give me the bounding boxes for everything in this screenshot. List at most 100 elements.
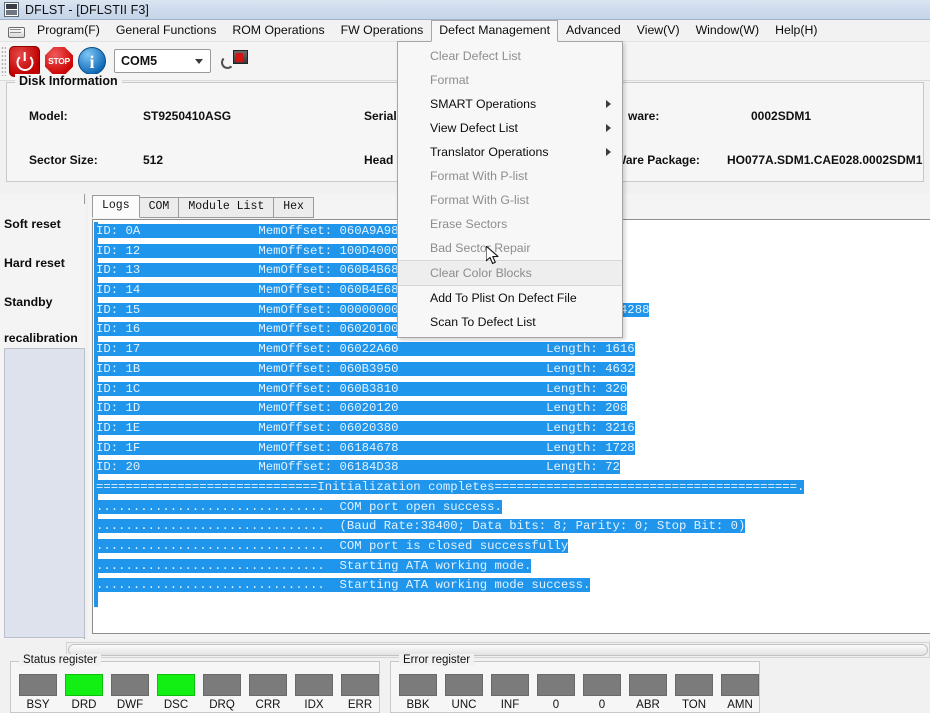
register-cell: ABR <box>629 674 667 711</box>
tab-hex[interactable]: Hex <box>273 197 314 218</box>
error-register-legend: Error register <box>399 654 475 666</box>
menu-general-functions[interactable]: General Functions <box>108 20 224 41</box>
scrollbar-thumb[interactable] <box>68 644 928 656</box>
led-label: ABR <box>636 699 660 711</box>
error-register-leds: BBK UNC INF 0 0 ABR TON AMN <box>399 674 759 711</box>
chevron-down-icon[interactable] <box>195 59 203 64</box>
defect-management-dropdown[interactable]: Clear Defect List Format SMART Operations V… <box>397 41 623 338</box>
sidebar-item-standby[interactable]: Standby <box>0 282 85 321</box>
menu-item-bad-sector-repair[interactable]: Bad Sector Repair <box>398 236 622 260</box>
led-label: AMN <box>727 699 753 711</box>
led-0 <box>537 674 575 696</box>
tab-com[interactable]: COM <box>138 197 180 218</box>
window-title: DFLST - [DFLSTII F3] <box>25 2 150 17</box>
menu-item-clear-color-blocks[interactable]: Clear Color Blocks <box>398 260 622 286</box>
menu-item-erase-sectors[interactable]: Erase Sectors <box>398 212 622 236</box>
register-cell: AMN <box>721 674 759 711</box>
horizontal-scrollbar[interactable] <box>66 642 930 658</box>
led-label: INF <box>500 699 520 711</box>
menu-defect-management[interactable]: Defect Management <box>431 19 559 42</box>
register-cell: CRR <box>249 674 287 711</box>
application-window: DFLST - [DFLSTII F3] Program(F) General … <box>0 0 930 713</box>
menu-help[interactable]: Help(H) <box>767 20 825 41</box>
led-label: ERR <box>347 699 373 711</box>
menu-item-translator-operations[interactable]: Translator Operations <box>398 140 622 164</box>
menu-item-label: Clear Color Blocks <box>430 266 532 280</box>
register-cell: 0 <box>537 674 575 711</box>
menu-item-label: View Defect List <box>430 121 518 135</box>
status-register-legend: Status register <box>19 654 102 666</box>
menu-item-view-defect-list[interactable]: View Defect List <box>398 116 622 140</box>
menu-item-label: Format With G-list <box>430 193 530 207</box>
tab-strip: Logs COM Module List Hex <box>92 195 314 218</box>
serial-label: Serial <box>364 109 397 123</box>
stop-icon[interactable]: STOP <box>45 47 73 75</box>
menu-fw-operations[interactable]: FW Operations <box>333 20 432 41</box>
tab-module-list[interactable]: Module List <box>178 197 275 218</box>
led-drd <box>65 674 103 696</box>
menu-item-format-with-g-list[interactable]: Format With G-list <box>398 188 622 212</box>
menu-item-clear-defect-list[interactable]: Clear Defect List <box>398 44 622 68</box>
menu-bar: Program(F) General Functions ROM Operati… <box>0 19 930 42</box>
title-bar: DFLST - [DFLSTII F3] <box>0 0 930 20</box>
sidebar-item-soft-reset[interactable]: Soft reset <box>0 204 85 243</box>
led-unc <box>445 674 483 696</box>
submenu-arrow-icon <box>606 124 611 132</box>
menu-item-label: Bad Sector Repair <box>430 241 531 255</box>
led-ton <box>675 674 713 696</box>
tab-logs[interactable]: Logs <box>92 195 140 218</box>
submenu-arrow-icon <box>606 100 611 108</box>
led-label: CRR <box>255 699 281 711</box>
com-port-value: COM5 <box>121 54 158 68</box>
menu-item-format-with-p-list[interactable]: Format With P-list <box>398 164 622 188</box>
toolbar-grip[interactable] <box>1 46 6 76</box>
log-line: ID: 1E MemOffset: 06020380 Length: 3216 <box>96 420 635 435</box>
led-label: 0 <box>552 699 560 711</box>
menu-item-scan-to-defect-list[interactable]: Scan To Defect List <box>398 310 622 334</box>
register-cell: BSY <box>19 674 57 711</box>
led-err <box>341 674 379 696</box>
info-icon[interactable] <box>78 47 106 75</box>
menu-advanced[interactable]: Advanced <box>558 20 629 41</box>
firmware-label: ware: <box>628 109 660 123</box>
menu-item-label: Add To Plist On Defect File <box>430 291 577 305</box>
document-icon[interactable] <box>5 21 27 41</box>
led-label: DWF <box>116 699 144 711</box>
register-cell: DSC <box>157 674 195 711</box>
menu-item-add-to-plist-on-defect-file[interactable]: Add To Plist On Defect File <box>398 286 622 310</box>
menu-item-label: SMART Operations <box>430 97 537 111</box>
led-label: DRQ <box>209 699 235 711</box>
register-cell: BBK <box>399 674 437 711</box>
serial-plug-icon[interactable] <box>219 47 249 75</box>
power-icon[interactable] <box>9 45 40 77</box>
log-line: ID: 20 MemOffset: 06184D38 Length: 72 <box>96 460 620 475</box>
sidebar-item-hard-reset[interactable]: Hard reset <box>0 243 85 282</box>
menu-program[interactable]: Program(F) <box>29 20 108 41</box>
register-cell: ERR <box>341 674 379 711</box>
menu-view[interactable]: View(V) <box>629 20 688 41</box>
log-line: ID: 1C MemOffset: 060B3810 Length: 320 <box>96 381 628 396</box>
log-line: ............................... Starting… <box>96 578 591 593</box>
register-cell: 0 <box>583 674 621 711</box>
left-sidebar: Soft reset Hard reset Standby recalibrat… <box>0 194 85 639</box>
menu-item-label: Erase Sectors <box>430 217 508 231</box>
led-label: BBK <box>406 699 430 711</box>
led-label: TON <box>681 699 707 711</box>
sector-size-value: 512 <box>143 153 164 167</box>
fw-package-label: Ware Package: <box>615 153 700 167</box>
led-bsy <box>19 674 57 696</box>
led-dsc <box>157 674 195 696</box>
sector-size-label: Sector Size: <box>29 153 98 167</box>
menu-window[interactable]: Window(W) <box>688 20 768 41</box>
com-port-select[interactable]: COM5 <box>114 49 211 73</box>
register-cell: IDX <box>295 674 333 711</box>
menu-item-format[interactable]: Format <box>398 68 622 92</box>
menu-rom-operations[interactable]: ROM Operations <box>224 20 332 41</box>
menu-item-smart-operations[interactable]: SMART Operations <box>398 92 622 116</box>
led-amn <box>721 674 759 696</box>
log-line: ==============================Initializa… <box>96 479 805 494</box>
log-line: ID: 1F MemOffset: 06184678 Length: 1728 <box>96 440 635 455</box>
head-label: Head <box>364 153 394 167</box>
menu-item-label: Format With P-list <box>430 169 528 183</box>
led-label: DSC <box>163 699 189 711</box>
